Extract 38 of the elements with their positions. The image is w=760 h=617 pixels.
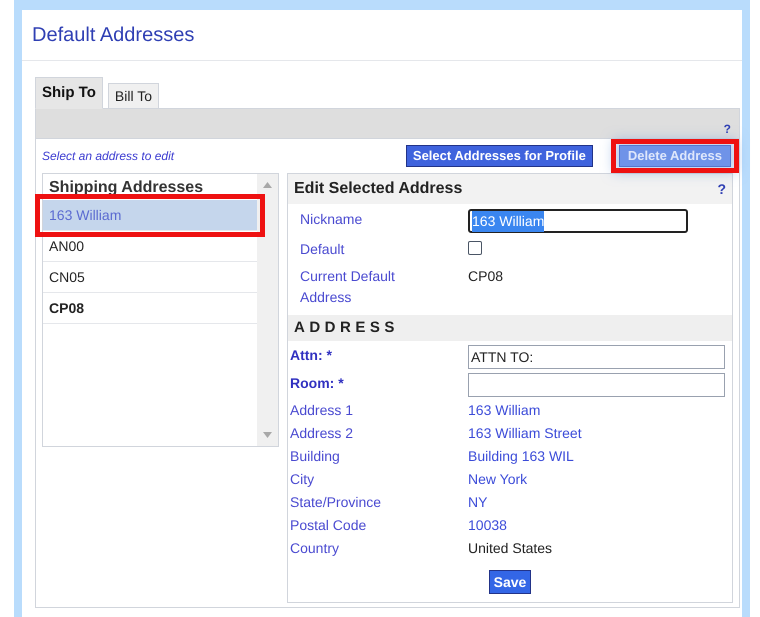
field-label: Address 2 [290, 424, 354, 443]
field-label: Address 1 [290, 401, 354, 420]
field-value: United States [468, 539, 552, 558]
field-label: City [290, 470, 316, 489]
save-button[interactable]: Save [488, 570, 532, 594]
field-label: Default [300, 240, 346, 259]
tab[interactable]: Bill To [108, 83, 159, 109]
field-value: 163 William [468, 401, 540, 420]
field-label: Building [290, 447, 341, 466]
field-label: Postal Code [290, 516, 368, 535]
field-label: Current Default Address [300, 267, 396, 307]
field-label: Attn: * [290, 346, 333, 365]
field-label: State/Province [290, 493, 382, 512]
field-value: New York [468, 470, 528, 489]
checkbox[interactable] [468, 241, 482, 255]
help-link[interactable]: ? [717, 178, 726, 200]
help-link[interactable]: ? [724, 120, 731, 138]
field-value: CP08 [468, 267, 504, 286]
section-heading: ADDRESS [294, 318, 399, 338]
page-title: Default Addresses [32, 23, 196, 48]
input-field[interactable]: 163 William [468, 209, 688, 233]
field-value: 10038 [468, 516, 507, 535]
field-label: Room: * [290, 374, 345, 393]
field-value: NY [468, 493, 488, 512]
list-heading: Shipping Addresses [48, 178, 204, 198]
field-value: 163 William Street [468, 424, 582, 443]
scrollbar[interactable] [257, 174, 278, 446]
field-value: Building 163 WIL [468, 447, 574, 466]
scroll-up-icon[interactable] [263, 182, 272, 188]
panel-heading: Edit Selected Address [294, 179, 462, 199]
select-addresses-button[interactable]: Select Addresses for Profile [406, 145, 593, 167]
scroll-down-icon[interactable] [263, 432, 272, 438]
input-field[interactable]: ATTN TO: [468, 345, 725, 369]
tab[interactable]: Ship To [35, 77, 103, 109]
field-label: Nickname [300, 210, 364, 229]
instruction-text: Select an address to edit [42, 148, 174, 165]
field-label: Country [290, 539, 340, 558]
input-field[interactable] [468, 373, 725, 397]
